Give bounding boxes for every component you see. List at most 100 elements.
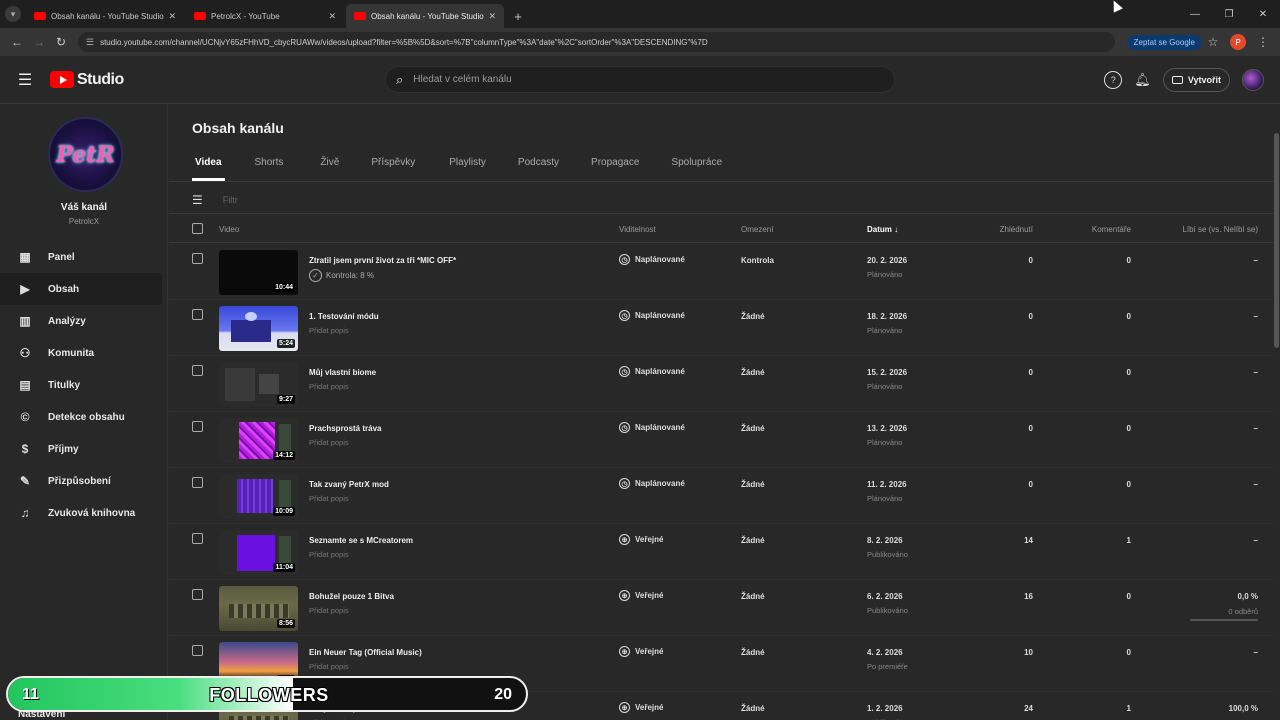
visibility-dropdown[interactable]: ⊕ Veřejné	[619, 534, 663, 545]
channel-avatar[interactable]: PetR	[48, 117, 123, 192]
table-row[interactable]: 9:27 Můj vlastní biome Přidat popis ◷ Naplán…	[169, 356, 1273, 412]
filter-input[interactable]: Filtr	[223, 195, 238, 205]
browser-tab-3[interactable]: Obsah kanálu - YouTube Studio ✕	[346, 4, 504, 28]
tab-živě[interactable]: Živě	[317, 151, 342, 181]
tab-search-button[interactable]: ▾	[0, 0, 26, 28]
video-thumbnail[interactable]: 10:44	[219, 250, 298, 295]
column-visibility[interactable]: Viditelnost	[619, 225, 656, 234]
restore-icon[interactable]: ❐	[1212, 0, 1246, 28]
close-icon[interactable]: ✕	[488, 11, 496, 22]
table-row[interactable]: 14:12 Prachsprostá tráva Přidat popis ◷ Napl…	[169, 412, 1273, 468]
video-thumbnail[interactable]: 10:09	[219, 474, 298, 519]
scrollbar[interactable]	[1273, 105, 1280, 720]
ask-google-button[interactable]: Zeptat se Google	[1126, 34, 1202, 50]
row-checkbox[interactable]	[192, 365, 203, 376]
row-checkbox[interactable]	[192, 589, 203, 600]
select-all-checkbox[interactable]	[192, 223, 203, 234]
notifications-bell-icon[interactable]: 🔔︎	[1134, 72, 1151, 88]
create-button[interactable]: Vytvořit	[1162, 68, 1230, 92]
row-checkbox[interactable]	[192, 253, 203, 264]
tab-playlisty[interactable]: Playlisty	[446, 151, 489, 181]
minimize-icon[interactable]: —	[1178, 0, 1212, 28]
close-icon[interactable]: ✕	[328, 11, 336, 22]
video-title[interactable]: Tak zvaný PetrX mod	[309, 480, 389, 489]
visibility-dropdown[interactable]: ⊕ Veřejné	[619, 646, 663, 657]
tab-videa[interactable]: Videa	[192, 151, 225, 181]
video-title[interactable]: Prachsprostá tráva	[309, 424, 381, 433]
tab-příspěvky[interactable]: Příspěvky	[368, 151, 418, 181]
video-title[interactable]: 1. Testování módu	[309, 312, 379, 321]
video-title[interactable]: Bohužel pouze 1 Bitva	[309, 592, 394, 601]
profile-avatar[interactable]: P	[1230, 34, 1246, 50]
tab-propagace[interactable]: Propagace	[588, 151, 642, 181]
close-window-icon[interactable]: ✕	[1246, 0, 1280, 28]
video-thumbnail[interactable]: 14:12	[219, 418, 298, 463]
table-row[interactable]: 8:56 Bohužel pouze 1 Bitva Přidat popis ⊕ Ve…	[169, 580, 1273, 636]
video-description[interactable]: Přidat popis	[309, 606, 349, 615]
column-restrictions[interactable]: Omezení	[741, 225, 773, 234]
visibility-dropdown[interactable]: ◷ Naplánované	[619, 478, 685, 489]
sidebar-item-copyright[interactable]: © Detekce obsahu	[0, 401, 168, 433]
row-checkbox[interactable]	[192, 477, 203, 488]
back-icon[interactable]: ←	[6, 31, 28, 53]
filter-icon[interactable]: ☰	[192, 193, 203, 207]
scrollbar-thumb[interactable]	[1274, 133, 1279, 348]
sidebar-item-audio-library[interactable]: ♫ Zvuková knihovna	[0, 497, 168, 529]
table-row[interactable]: 10:44 Ztratil jsem první život za tři *MI…	[169, 244, 1273, 300]
browser-menu-icon[interactable]: ⋮	[1252, 31, 1274, 53]
hamburger-menu-icon[interactable]: ☰	[0, 70, 50, 90]
site-info-icon[interactable]: ☰	[86, 37, 94, 48]
video-description[interactable]: Přidat popis	[309, 662, 349, 671]
sidebar-item-analytics[interactable]: ▥ Analýzy	[0, 305, 168, 337]
browser-tab-2[interactable]: PetrolcX - YouTube ✕	[186, 4, 344, 28]
sidebar-item-subtitles[interactable]: ▤ Titulky	[0, 369, 168, 401]
column-views[interactable]: Zhlédnutí	[1000, 225, 1033, 234]
visibility-dropdown[interactable]: ◷ Naplánované	[619, 366, 685, 377]
visibility-dropdown[interactable]: ◷ Naplánované	[619, 310, 685, 321]
studio-logo[interactable]: Studio	[50, 71, 124, 89]
sidebar-item-community[interactable]: ⚇ Komunita	[0, 337, 168, 369]
row-checkbox[interactable]	[192, 533, 203, 544]
search-input[interactable]: ⌕ Hledat v celém kanálu	[385, 66, 895, 93]
row-checkbox[interactable]	[192, 309, 203, 320]
account-avatar[interactable]	[1242, 69, 1264, 91]
video-description[interactable]: Přidat popis	[309, 438, 349, 447]
visibility-dropdown[interactable]: ◷ Naplánované	[619, 422, 685, 433]
sidebar-item-earn[interactable]: $ Příjmy	[0, 433, 168, 465]
video-title[interactable]: Můj vlastní biome	[309, 368, 376, 377]
column-likes[interactable]: Líbí se (vs. Nelíbí se)	[1182, 225, 1258, 234]
visibility-dropdown[interactable]: ⊕ Veřejné	[619, 590, 663, 601]
video-description[interactable]: Přidat popis	[309, 382, 349, 391]
sidebar-item-dashboard[interactable]: ▦ Panel	[0, 241, 168, 273]
table-row[interactable]: 5:24 1. Testování módu Přidat popis ◷ Naplán…	[169, 300, 1273, 356]
video-thumbnail[interactable]: 8:56	[219, 586, 298, 631]
filter-bar[interactable]: ☰ Filtr	[192, 189, 238, 211]
visibility-dropdown[interactable]: ⊕ Veřejné	[619, 702, 663, 713]
column-date[interactable]: Datum ↓	[867, 225, 898, 234]
tab-spolupráce[interactable]: Spolupráce	[668, 151, 725, 181]
video-description[interactable]: Přidat popis	[309, 494, 349, 503]
video-thumbnail[interactable]: 11:04	[219, 530, 298, 575]
visibility-dropdown[interactable]: ◷ Naplánované	[619, 254, 685, 265]
video-description[interactable]: Přidat popis	[309, 550, 349, 559]
sidebar-item-content[interactable]: ▶ Obsah	[0, 273, 162, 305]
reload-icon[interactable]: ↻	[50, 31, 72, 53]
tab-podcasty[interactable]: Podcasty	[515, 151, 562, 181]
video-title[interactable]: Ztratil jsem první život za tři *MIC OFF…	[309, 256, 456, 265]
help-icon[interactable]: ?	[1104, 71, 1123, 89]
video-title[interactable]: Ein Neuer Tag (Official Music)	[309, 648, 422, 657]
row-checkbox[interactable]	[192, 645, 203, 656]
forward-icon[interactable]: →	[28, 31, 50, 53]
table-row[interactable]: 11:04 Seznamte se s MCreatorem Přidat popi…	[169, 524, 1273, 580]
row-checkbox[interactable]	[192, 421, 203, 432]
browser-tab-1[interactable]: Obsah kanálu - YouTube Studio ✕	[26, 4, 184, 28]
video-thumbnail[interactable]: 5:24	[219, 306, 298, 351]
table-row[interactable]: 10:09 Tak zvaný PetrX mod Přidat popis ◷ Nap…	[169, 468, 1273, 524]
url-field[interactable]: ☰ studio.youtube.com/channel/UCNjvY65zFH…	[78, 32, 1115, 52]
video-description[interactable]: Přidat popis	[309, 326, 349, 335]
new-tab-button[interactable]: +	[506, 4, 530, 28]
bookmark-star-icon[interactable]: ☆	[1202, 31, 1224, 53]
tab-shorts[interactable]: Shorts	[252, 151, 287, 181]
close-icon[interactable]: ✕	[168, 11, 176, 22]
video-thumbnail[interactable]: 9:27	[219, 362, 298, 407]
